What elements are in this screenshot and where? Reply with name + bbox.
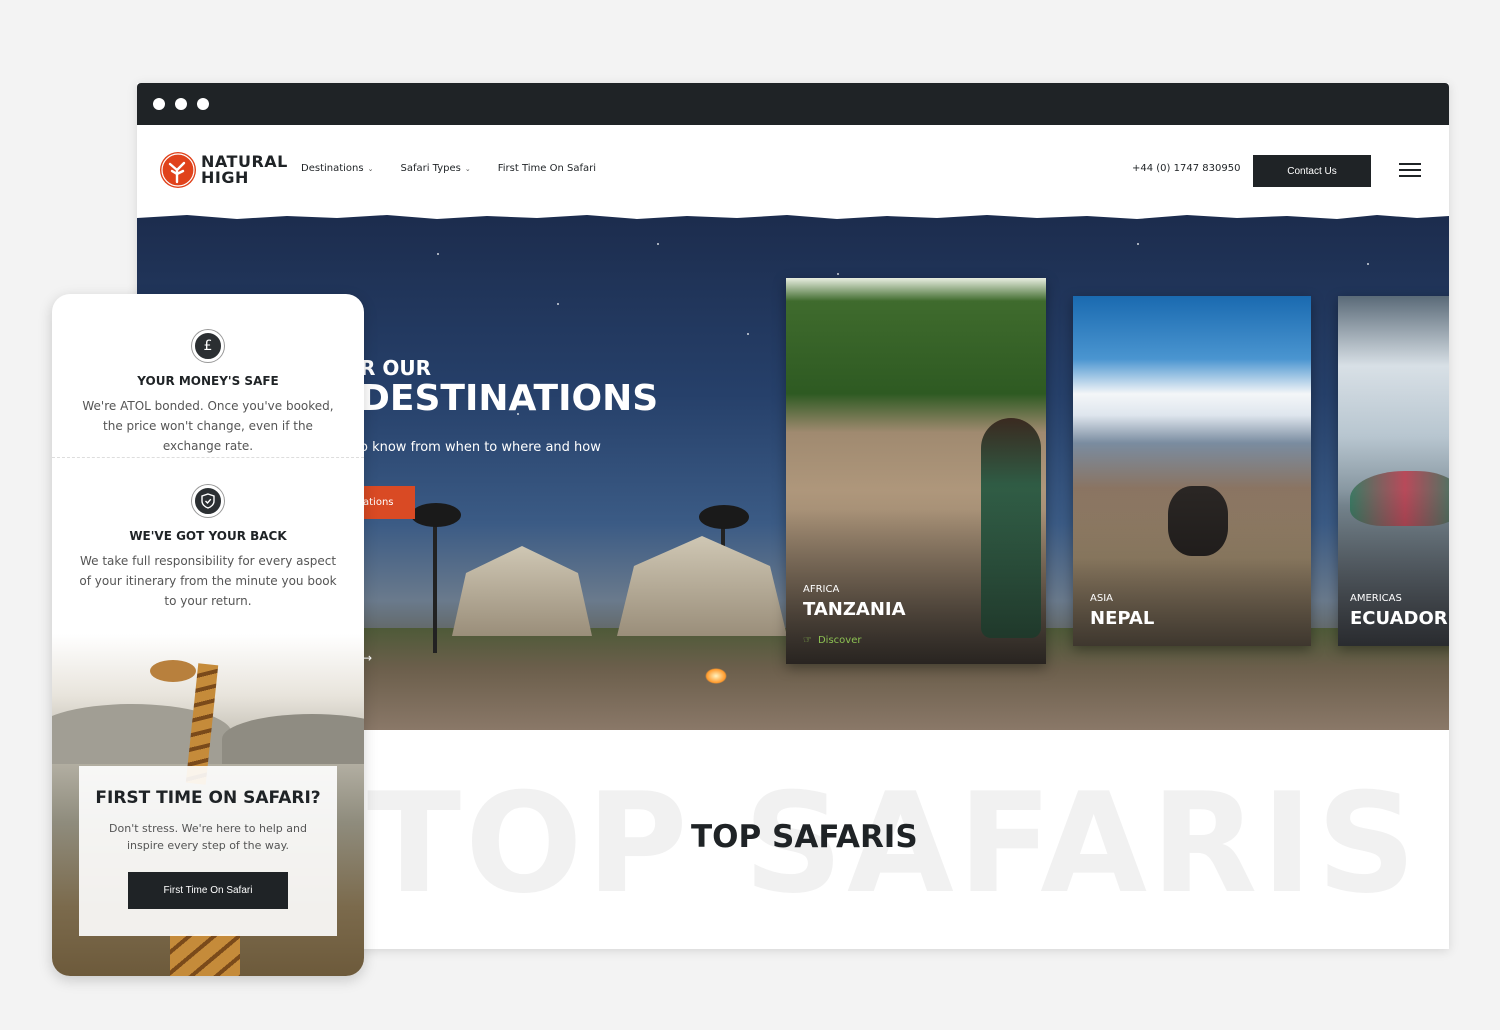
pointing-hand-icon: ☞ <box>803 635 812 646</box>
brand-wordmark: NATURAL HIGH <box>201 154 288 186</box>
hero-subtitle: o know from when to where and how <box>360 440 601 455</box>
promo-text: Don't stress. We're here to help and ins… <box>109 822 307 852</box>
chevron-down-icon: ⌄ <box>367 164 374 173</box>
discover-link[interactable]: ☞ Discover <box>803 635 861 646</box>
nav-item-destinations[interactable]: Destinations ⌄ <box>301 163 373 174</box>
tree-logo-icon <box>160 152 196 188</box>
torn-edge-decoration <box>137 213 1449 219</box>
main-nav: Destinations ⌄ Safari Types ⌄ First Time… <box>301 163 596 174</box>
destination-card-ecuador[interactable]: AMERICAS ECUADOR <box>1338 296 1449 646</box>
chevron-down-icon: ⌄ <box>464 164 471 173</box>
first-time-on-safari-button[interactable]: First Time On Safari <box>128 872 288 909</box>
nav-item-label: Safari Types <box>400 163 461 174</box>
feature-title: YOUR MONEY'S SAFE <box>137 374 279 388</box>
destination-card-nepal[interactable]: ASIA NEPAL <box>1073 296 1311 646</box>
palm-tree-decoration <box>699 505 749 529</box>
feature-text: We take full responsibility for every as… <box>79 554 337 608</box>
nav-item-label: First Time On Safari <box>497 163 596 174</box>
card-destination-name: NEPAL <box>1090 608 1155 629</box>
card-region-label: ASIA <box>1090 593 1113 604</box>
card-destination-name: ECUADOR <box>1350 608 1448 629</box>
section-title: TOP SAFARIS <box>691 819 918 855</box>
window-dot-icon <box>175 98 187 110</box>
star-decoration <box>437 253 439 255</box>
feature-money-safe: £ YOUR MONEY'S SAFE We're ATOL bonded. O… <box>52 330 364 456</box>
section-divider <box>52 457 364 458</box>
campfire <box>705 668 727 684</box>
card-region-label: AMERICAS <box>1350 593 1402 604</box>
star-decoration <box>557 303 559 305</box>
card-region-label: AFRICA <box>803 584 840 595</box>
contact-us-button[interactable]: Contact Us <box>1253 155 1371 187</box>
promo-title: FIRST TIME ON SAFARI? <box>95 788 321 808</box>
brand-logo[interactable]: NATURAL HIGH <box>160 152 287 190</box>
destination-card-tanzania[interactable]: AFRICA TANZANIA ☞ Discover <box>786 278 1046 664</box>
giraffe-figure <box>170 934 240 976</box>
hero-title: DESTINATIONS <box>360 378 659 419</box>
star-decoration <box>747 333 749 335</box>
feature-got-your-back: WE'VE GOT YOUR BACK We take full respons… <box>52 485 364 611</box>
feature-title: WE'VE GOT YOUR BACK <box>129 529 287 543</box>
window-dot-icon <box>197 98 209 110</box>
window-dot-icon <box>153 98 165 110</box>
hill-decoration <box>222 714 364 764</box>
giraffe-figure <box>150 660 196 682</box>
star-decoration <box>1367 263 1369 265</box>
star-decoration <box>657 243 659 245</box>
palm-tree-decoration <box>411 503 461 527</box>
brand-name-line2: HIGH <box>201 168 249 187</box>
card-destination-name: TANZANIA <box>803 599 906 620</box>
star-decoration <box>1137 243 1139 245</box>
discover-link-label: Discover <box>817 635 862 646</box>
safari-tent <box>452 546 592 636</box>
phone-number-link[interactable]: +44 (0) 1747 830950 <box>1132 163 1240 174</box>
mobile-mockup: £ YOUR MONEY'S SAFE We're ATOL bonded. O… <box>52 294 364 976</box>
site-header: NATURAL HIGH Destinations ⌄ Safari Types… <box>137 125 1449 213</box>
palm-tree-decoration <box>433 513 437 653</box>
hero-eyebrow: R OUR <box>360 356 432 380</box>
shield-icon <box>192 485 224 517</box>
feature-text: We're ATOL bonded. Once you've booked, t… <box>82 399 334 453</box>
hamburger-icon[interactable] <box>1399 163 1421 177</box>
nav-item-safari-types[interactable]: Safari Types ⌄ <box>400 163 470 174</box>
nav-item-first-time-on-safari[interactable]: First Time On Safari <box>498 163 596 174</box>
button-label: ations <box>363 497 394 508</box>
first-time-safari-panel: FIRST TIME ON SAFARI? Don't stress. We'r… <box>79 766 337 936</box>
star-decoration <box>837 273 839 275</box>
nav-item-label: Destinations <box>301 163 364 174</box>
safari-tent <box>617 536 787 636</box>
browser-title-bar <box>137 83 1449 125</box>
pound-icon: £ <box>192 330 224 362</box>
